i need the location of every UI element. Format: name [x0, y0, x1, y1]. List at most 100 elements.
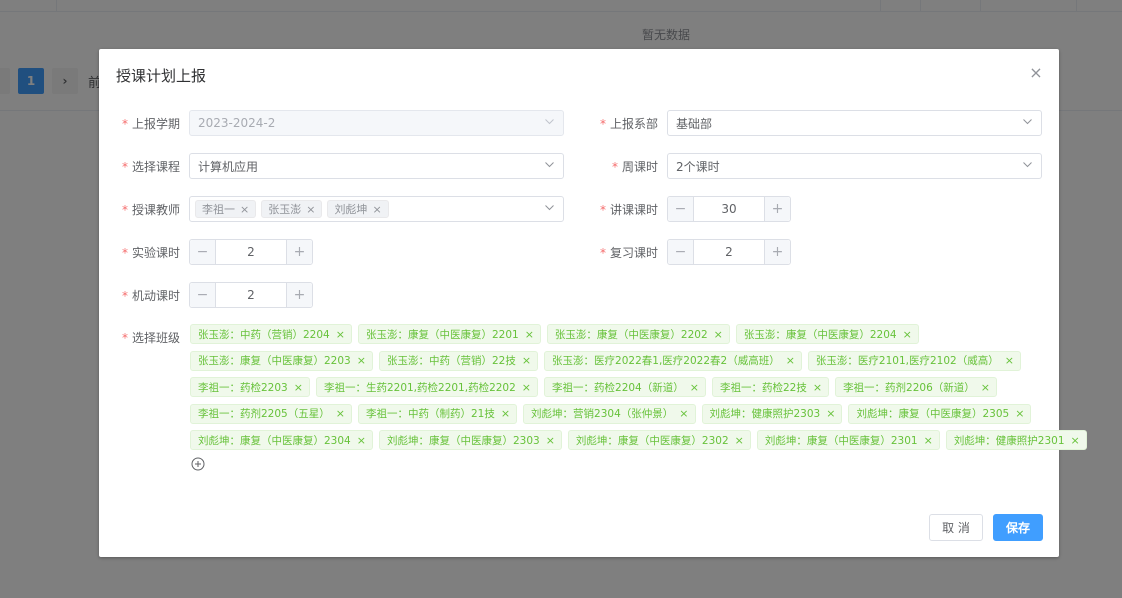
tag-close-icon[interactable]: × — [1071, 434, 1080, 447]
class-tag-label: 李祖一：药剂2205（五星） — [198, 408, 330, 420]
class-tag: 李祖一：药检22技 × — [711, 377, 830, 397]
lecture-hours-input[interactable]: 30 — [694, 197, 764, 221]
tag-close-icon[interactable]: × — [981, 381, 990, 394]
class-tag: 刘彪坤：康复（中医康复）2301 × — [756, 430, 940, 450]
class-tag-label: 李祖一：中药（制药）21技 — [365, 408, 495, 420]
course-select[interactable]: 计算机应用 — [189, 153, 564, 179]
tag-close-icon[interactable]: × — [924, 434, 933, 447]
tag-close-icon[interactable]: × — [294, 381, 303, 394]
tag-close-icon[interactable]: × — [786, 354, 795, 367]
close-icon[interactable]: × — [1029, 65, 1043, 81]
class-tag-label: 李祖一：药检2204（新道） — [552, 381, 684, 394]
tag-close-icon[interactable]: × — [357, 434, 366, 447]
chevron-down-icon — [545, 205, 554, 213]
tag-close-icon[interactable]: × — [679, 407, 688, 420]
lab-hours-stepper: − 2 + — [189, 239, 313, 265]
class-tag-row: 张玉澎：康复（中医康复）2203 × 张玉澎：中药（营销）22技 × 张玉澎：医疗202… — [190, 350, 1021, 371]
class-tag-label: 张玉澎：康复（中医康复）2202 — [554, 328, 708, 341]
increment-button[interactable]: + — [764, 197, 790, 221]
teacher-tag: 李祖一 × — [195, 200, 257, 218]
class-tag-label: 刘彪坤：健康照护2303 — [709, 408, 821, 420]
department-form-item: * 上报系部 基础部 — [577, 110, 1042, 136]
tag-close-icon[interactable]: × — [903, 328, 912, 341]
class-tag-label: 李祖一：药剂2206（新道） — [843, 381, 975, 394]
tag-close-icon[interactable]: × — [1015, 407, 1024, 420]
class-tag: 刘彪坤：康复（中医康复）2302 × — [567, 430, 751, 450]
flex-hours-input[interactable]: 2 — [216, 283, 286, 307]
teacher-tag: 刘彪坤 × — [327, 200, 389, 218]
review-hours-form-item: * 复习课时 − 2 + — [577, 239, 791, 265]
class-tag-list: 张玉澎：中药（营销）2204 × 张玉澎：康复（中医康复）2201 × 张玉澎：康复（中… — [190, 324, 1087, 457]
tag-close-icon[interactable]: × — [714, 328, 723, 341]
classes-label: * 选择班级 — [121, 330, 180, 345]
increment-button[interactable]: + — [764, 240, 790, 264]
tag-close-icon[interactable]: × — [240, 203, 249, 216]
review-hours-input[interactable]: 2 — [694, 240, 764, 264]
teachers-form-item: * 授课教师 李祖一 × 张玉澎 × 刘彪坤 × — [99, 196, 564, 222]
department-value: 基础部 — [676, 116, 713, 131]
tag-close-icon[interactable]: × — [372, 203, 381, 216]
report-plan-dialog: 授课计划上报 × * 上报学期 2023-2024-2 * 上报系部 基础部 * 选择… — [99, 49, 1059, 557]
course-label: * 选择课程 — [121, 159, 180, 174]
lecture-hours-form-item: * 讲课课时 − 30 + — [577, 196, 791, 222]
class-tag-label: 张玉澎：中药（营销）22技 — [386, 355, 516, 367]
add-circle-icon[interactable] — [191, 457, 205, 471]
cancel-button[interactable]: 取 消 — [929, 514, 983, 541]
class-tag-label: 张玉澎：医疗2022春1,医疗2022春2（威高班） — [552, 355, 780, 367]
decrement-button[interactable]: − — [668, 197, 694, 221]
chevron-down-icon — [1023, 162, 1032, 170]
tag-close-icon[interactable]: × — [735, 434, 744, 447]
tag-close-icon[interactable]: × — [306, 203, 315, 216]
class-tag: 张玉澎：康复（中医康复）2204 × — [735, 324, 919, 344]
class-tag-label: 刘彪坤：康复（中医康复）2303 — [386, 434, 540, 447]
department-label: * 上报系部 — [599, 116, 658, 131]
term-select[interactable]: 2023-2024-2 — [189, 110, 564, 136]
tag-close-icon[interactable]: × — [336, 328, 345, 341]
class-tag-label: 张玉澎：医疗2101,医疗2102（威高） — [815, 355, 999, 367]
lab-hours-label: * 实验课时 — [121, 245, 180, 260]
weekly-hours-select[interactable]: 2个课时 — [667, 153, 1042, 179]
decrement-button[interactable]: − — [668, 240, 694, 264]
class-tag: 刘彪坤：康复（中医康复）2304 × — [190, 430, 373, 450]
increment-button[interactable]: + — [286, 240, 312, 264]
decrement-button[interactable]: − — [190, 240, 216, 264]
term-value: 2023-2024-2 — [198, 116, 276, 130]
tag-close-icon[interactable]: × — [522, 354, 531, 367]
tag-close-icon[interactable]: × — [525, 328, 534, 341]
tag-close-icon[interactable]: × — [813, 381, 822, 394]
tag-close-icon[interactable]: × — [826, 407, 835, 420]
tag-close-icon[interactable]: × — [522, 381, 531, 394]
tag-close-icon[interactable]: × — [1005, 354, 1014, 367]
class-tag-label: 刘彪坤：康复（中医康复）2304 — [198, 434, 351, 447]
class-tag: 刘彪坤：康复（中医康复）2305 × — [848, 403, 1032, 424]
decrement-button[interactable]: − — [190, 283, 216, 307]
increment-button[interactable]: + — [286, 283, 312, 307]
lab-hours-input[interactable]: 2 — [216, 240, 286, 264]
teachers-multiselect[interactable]: 李祖一 × 张玉澎 × 刘彪坤 × — [189, 196, 564, 222]
save-button[interactable]: 保存 — [993, 514, 1043, 541]
teacher-tag: 张玉澎 × — [261, 200, 323, 218]
tag-close-icon[interactable]: × — [690, 381, 699, 394]
course-form-item: * 选择课程 计算机应用 — [99, 153, 564, 179]
class-tag: 张玉澎：康复（中医康复）2201 × — [357, 324, 541, 344]
class-tag-row: 张玉澎：中药（营销）2204 × 张玉澎：康复（中医康复）2201 × 张玉澎：康复（中… — [190, 324, 950, 344]
class-tag: 李祖一：药检2203 × — [190, 377, 310, 397]
tag-close-icon[interactable]: × — [546, 434, 555, 447]
department-select[interactable]: 基础部 — [667, 110, 1042, 136]
class-tag-label: 刘彪坤：康复（中医康复）2305 — [856, 408, 1010, 420]
class-tag-label: 李祖一：药检22技 — [719, 381, 807, 394]
class-tag-row: 刘彪坤：康复（中医康复）2304 × 刘彪坤：康复（中医康复）2303 × 刘彪坤：康复… — [190, 430, 1087, 450]
tag-close-icon[interactable]: × — [357, 354, 366, 367]
course-value: 计算机应用 — [198, 159, 259, 174]
tag-close-icon[interactable]: × — [501, 407, 510, 420]
class-tag: 张玉澎：康复（中医康复）2203 × — [190, 350, 373, 371]
lab-hours-form-item: * 实验课时 − 2 + — [99, 239, 313, 265]
class-tag-label: 张玉澎：中药（营销）2204 — [198, 328, 330, 341]
class-tag: 刘彪坤：健康照护2301 × — [945, 430, 1087, 450]
class-tag-label: 刘彪坤：康复（中医康复）2302 — [575, 434, 729, 447]
class-tag: 李祖一：药剂2206（新道） × — [835, 377, 998, 397]
class-tag-label: 张玉澎：康复（中医康复）2204 — [743, 328, 897, 341]
class-tag-label: 刘彪坤：营销2304（张仲景） — [531, 408, 674, 420]
tag-close-icon[interactable]: × — [336, 407, 345, 420]
class-tag: 张玉澎：中药（营销）2204 × — [190, 324, 352, 344]
